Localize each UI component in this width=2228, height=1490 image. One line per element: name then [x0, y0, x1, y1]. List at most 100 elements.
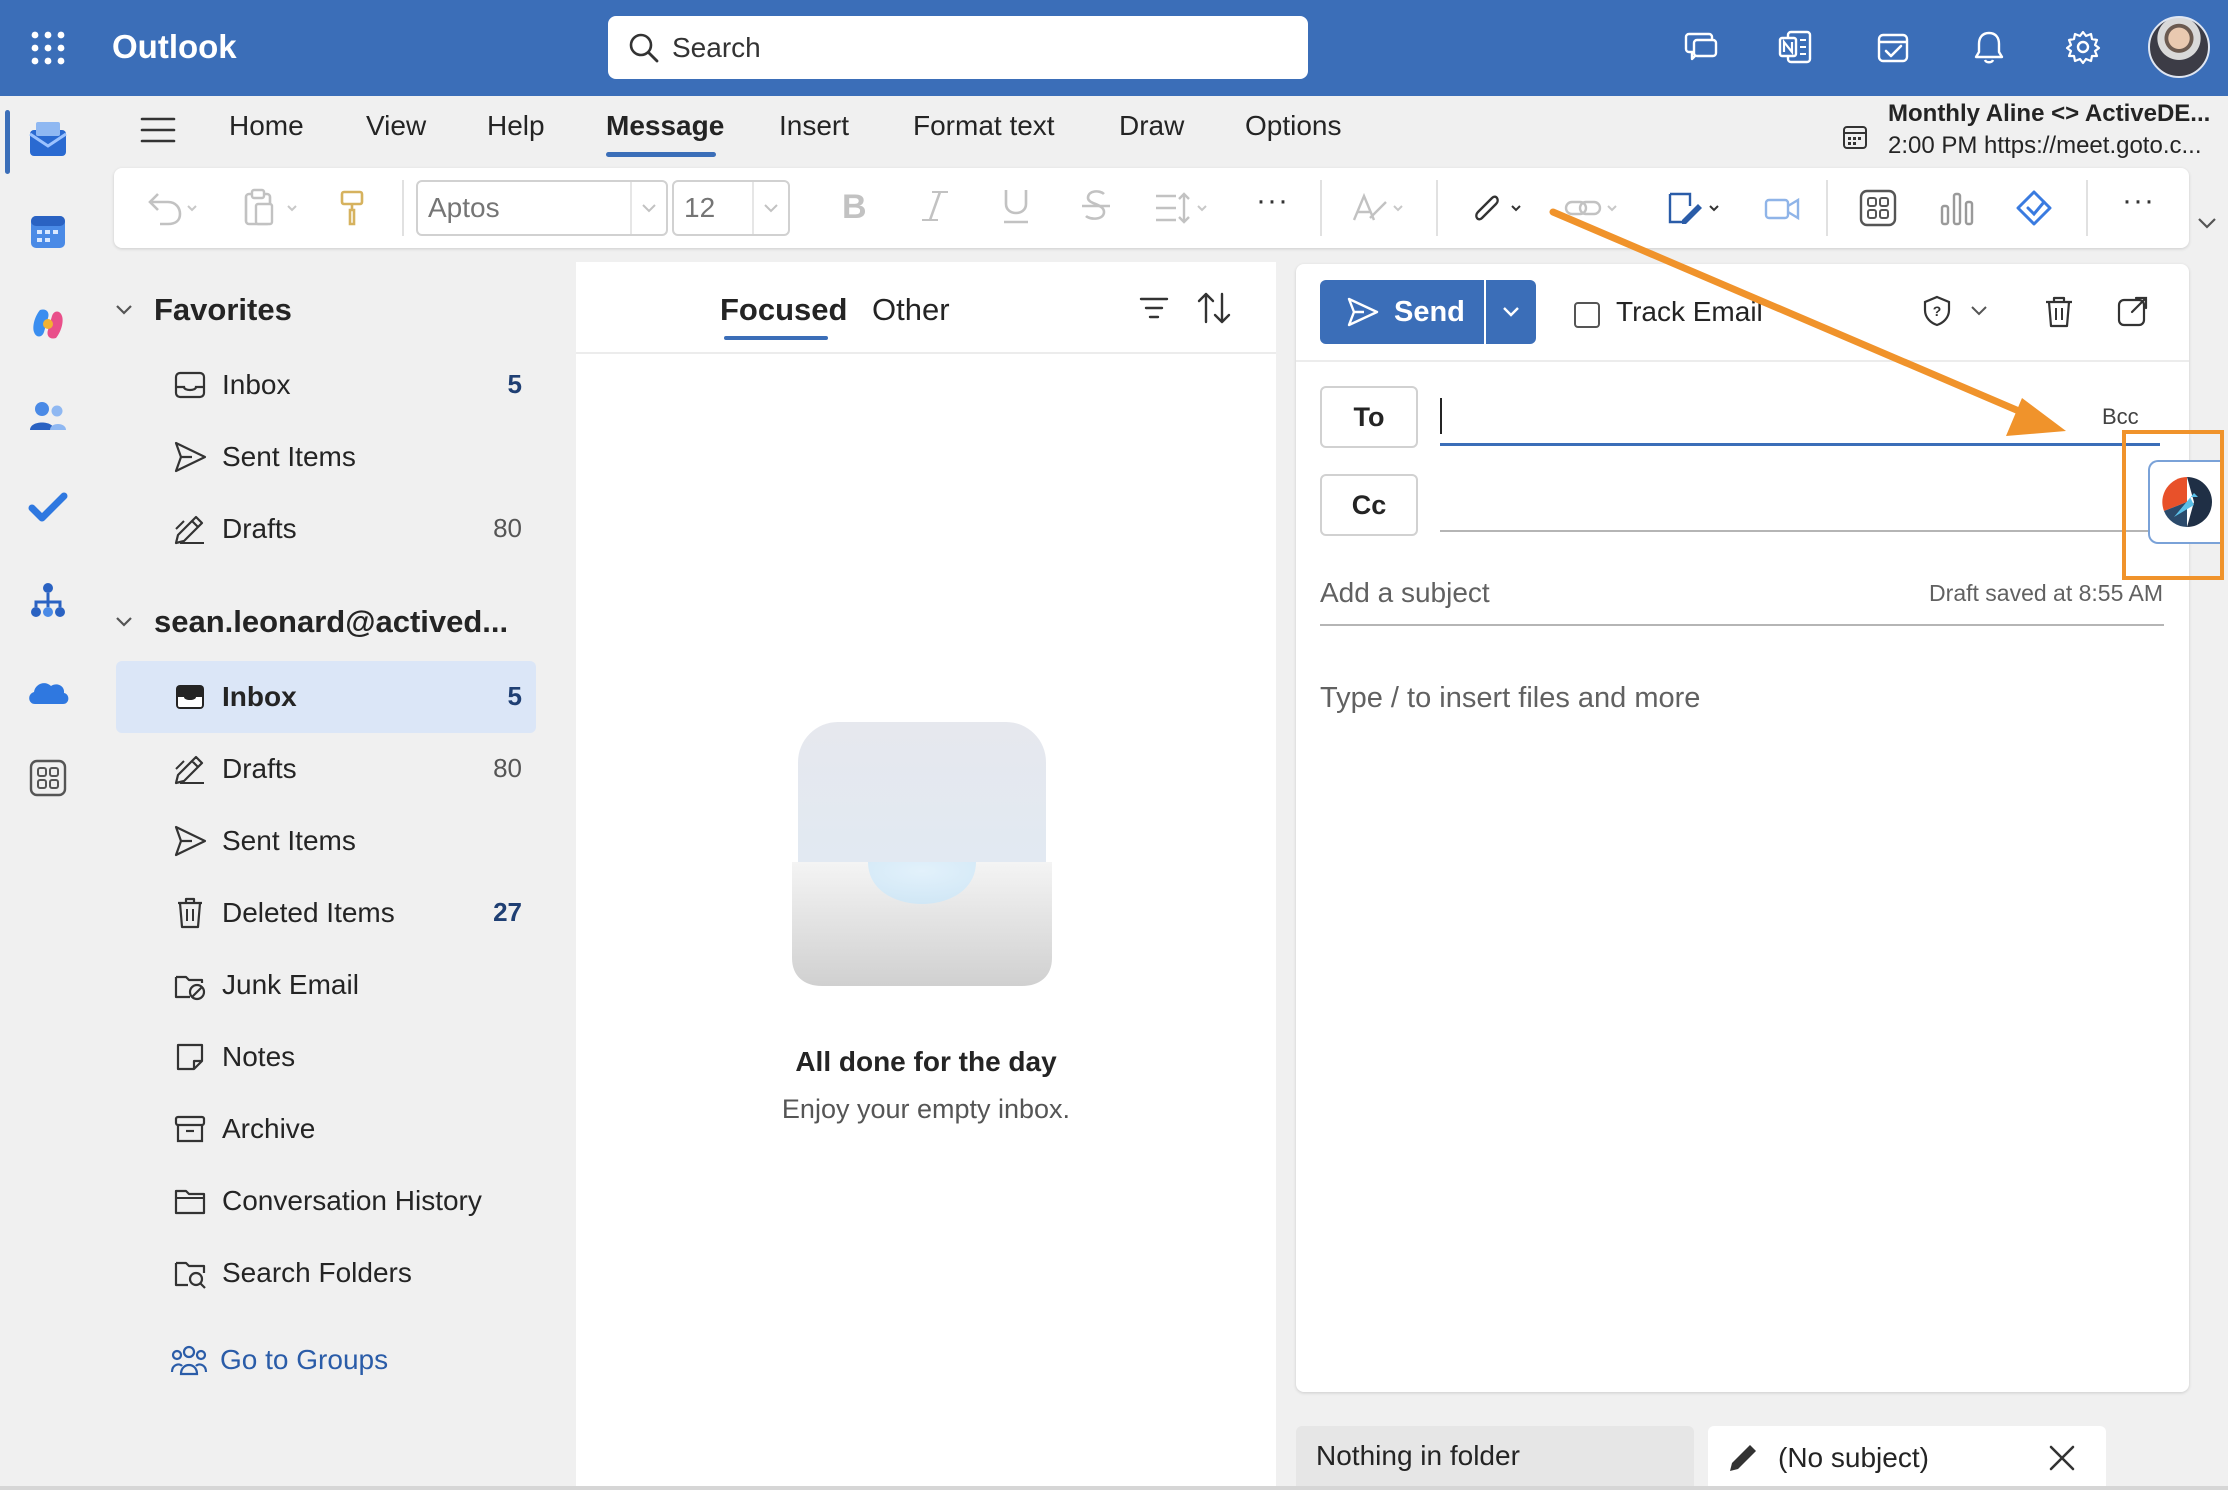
track-email-checkbox[interactable] [1574, 302, 1600, 328]
tab-view[interactable]: View [366, 110, 426, 142]
filter-icon[interactable] [1138, 294, 1170, 322]
folder-search-folders[interactable]: Search Folders [116, 1237, 536, 1309]
org-explorer-icon[interactable] [22, 574, 74, 626]
close-icon[interactable] [2048, 1444, 2076, 1472]
font-name-select[interactable] [416, 180, 668, 236]
folder-status-tab[interactable]: Nothing in folder [1296, 1426, 1694, 1490]
chevron-down-icon[interactable] [114, 615, 134, 629]
meeting-video-icon[interactable] [1762, 188, 1802, 228]
paste-icon[interactable] [240, 188, 300, 228]
bell-icon[interactable] [1964, 22, 2014, 72]
tab-focused[interactable]: Focused [720, 292, 847, 328]
tab-insert[interactable]: Insert [779, 110, 849, 142]
chevron-down-icon[interactable] [114, 303, 134, 317]
upcoming-meeting-title[interactable]: Monthly Aline <> ActiveDE... [1888, 100, 2210, 128]
tab-message[interactable]: Message [606, 110, 724, 142]
bold-icon[interactable]: B [838, 186, 870, 226]
attach-file-icon[interactable] [1466, 188, 1526, 228]
draft-tab[interactable]: (No subject) [1708, 1426, 2106, 1490]
folder-deleted-items[interactable]: Deleted Items 27 [116, 877, 536, 949]
archive-icon [172, 1111, 208, 1147]
folder-inbox[interactable]: Inbox 5 [116, 661, 536, 733]
people-app-icon[interactable] [22, 390, 74, 442]
strikethrough-icon[interactable] [1080, 186, 1112, 226]
annotation-highlight-box [2122, 430, 2224, 580]
trash-icon[interactable] [2042, 294, 2076, 330]
more-options-button[interactable]: ··· [2122, 184, 2155, 218]
tab-other[interactable]: Other [872, 292, 950, 328]
sort-icon[interactable] [1196, 290, 1232, 326]
onenote-icon[interactable] [1770, 22, 1820, 72]
subject-input[interactable] [1320, 564, 1880, 622]
to-field[interactable] [1440, 390, 2160, 446]
cc-button[interactable]: Cc [1320, 474, 1418, 536]
to-input[interactable] [1440, 390, 2080, 442]
send-button[interactable]: Send [1320, 280, 1484, 344]
sensitivity-button[interactable]: ? [1922, 294, 1988, 328]
to-button[interactable]: To [1320, 386, 1418, 448]
hamburger-menu-icon[interactable] [140, 116, 176, 144]
message-body[interactable]: Type / to insert files and more [1320, 682, 1700, 715]
font-size-select[interactable] [672, 180, 790, 236]
tab-help[interactable]: Help [487, 110, 545, 142]
send-options-dropdown[interactable] [1486, 280, 1536, 344]
search-box[interactable] [608, 16, 1308, 79]
more-apps-icon[interactable] [22, 752, 74, 804]
track-email-label[interactable]: Track Email [1616, 296, 1763, 328]
folder-sent-items[interactable]: Sent Items [116, 805, 536, 877]
bcc-button[interactable]: Bcc [2102, 404, 2139, 430]
onedrive-icon[interactable] [22, 666, 74, 718]
chart-addin-icon[interactable] [1938, 188, 1978, 228]
active-tab-indicator [724, 336, 828, 340]
folder-favorite-sent-items[interactable]: Sent Items [116, 421, 536, 493]
teams-chat-icon[interactable] [1676, 22, 1726, 72]
editor-icon[interactable] [1350, 188, 1406, 228]
calendar-app-icon[interactable] [22, 206, 74, 258]
pop-out-icon[interactable] [2116, 294, 2150, 328]
app-title[interactable]: Outlook [112, 28, 237, 66]
cc-field[interactable] [1440, 476, 2160, 532]
viva-insights-icon[interactable] [2014, 188, 2054, 228]
cc-input[interactable] [1440, 476, 2140, 528]
folder-notes[interactable]: Notes [116, 1021, 536, 1093]
tab-home[interactable]: Home [229, 110, 304, 142]
underline-icon[interactable] [1000, 186, 1032, 226]
toolbar-separator [1436, 180, 1438, 236]
link-icon[interactable] [1562, 188, 1622, 228]
favorites-header[interactable]: Favorites [114, 292, 292, 328]
account-header[interactable]: sean.leonard@actived... [114, 604, 508, 640]
search-input[interactable] [672, 16, 1292, 79]
signature-icon[interactable] [1664, 188, 1724, 228]
undo-icon[interactable] [142, 188, 198, 228]
chevron-down-icon[interactable] [630, 182, 666, 234]
copilot-app-icon[interactable] [22, 298, 74, 350]
tab-draw[interactable]: Draw [1119, 110, 1184, 142]
folder-favorite-inbox[interactable]: Inbox 5 [116, 349, 536, 421]
paragraph-spacing-icon[interactable] [1154, 188, 1210, 228]
folder-pane: Favorites Inbox 5 Sent Items Drafts 80 s… [114, 262, 554, 1490]
mail-app-icon[interactable] [22, 114, 74, 166]
gear-icon[interactable] [2058, 22, 2108, 72]
folder-favorite-drafts[interactable]: Drafts 80 [116, 493, 536, 565]
font-size-input[interactable] [684, 182, 754, 234]
folder-drafts[interactable]: Drafts 80 [116, 733, 536, 805]
go-to-groups-link[interactable]: Go to Groups [170, 1342, 388, 1378]
avatar[interactable] [2148, 16, 2210, 78]
tab-options[interactable]: Options [1245, 110, 1342, 142]
folder-archive[interactable]: Archive [116, 1093, 536, 1165]
chevron-down-icon[interactable] [752, 182, 788, 234]
my-day-icon[interactable] [1868, 22, 1918, 72]
folder-label: Junk Email [222, 969, 359, 1000]
app-launcher-icon[interactable] [30, 30, 66, 66]
italic-icon[interactable] [920, 186, 952, 226]
font-name-input[interactable] [428, 182, 628, 234]
tab-format-text[interactable]: Format text [913, 110, 1055, 142]
chevron-down-icon[interactable] [2196, 216, 2218, 230]
todo-app-icon[interactable] [22, 482, 74, 534]
more-formatting-button[interactable]: ··· [1256, 184, 1289, 218]
upcoming-meeting-detail[interactable]: 2:00 PM https://meet.goto.c... [1888, 132, 2202, 160]
folder-junk-email[interactable]: Junk Email [116, 949, 536, 1021]
format-painter-icon[interactable] [336, 188, 368, 228]
apps-icon[interactable] [1858, 188, 1898, 228]
folder-conversation-history[interactable]: Conversation History [116, 1165, 536, 1237]
